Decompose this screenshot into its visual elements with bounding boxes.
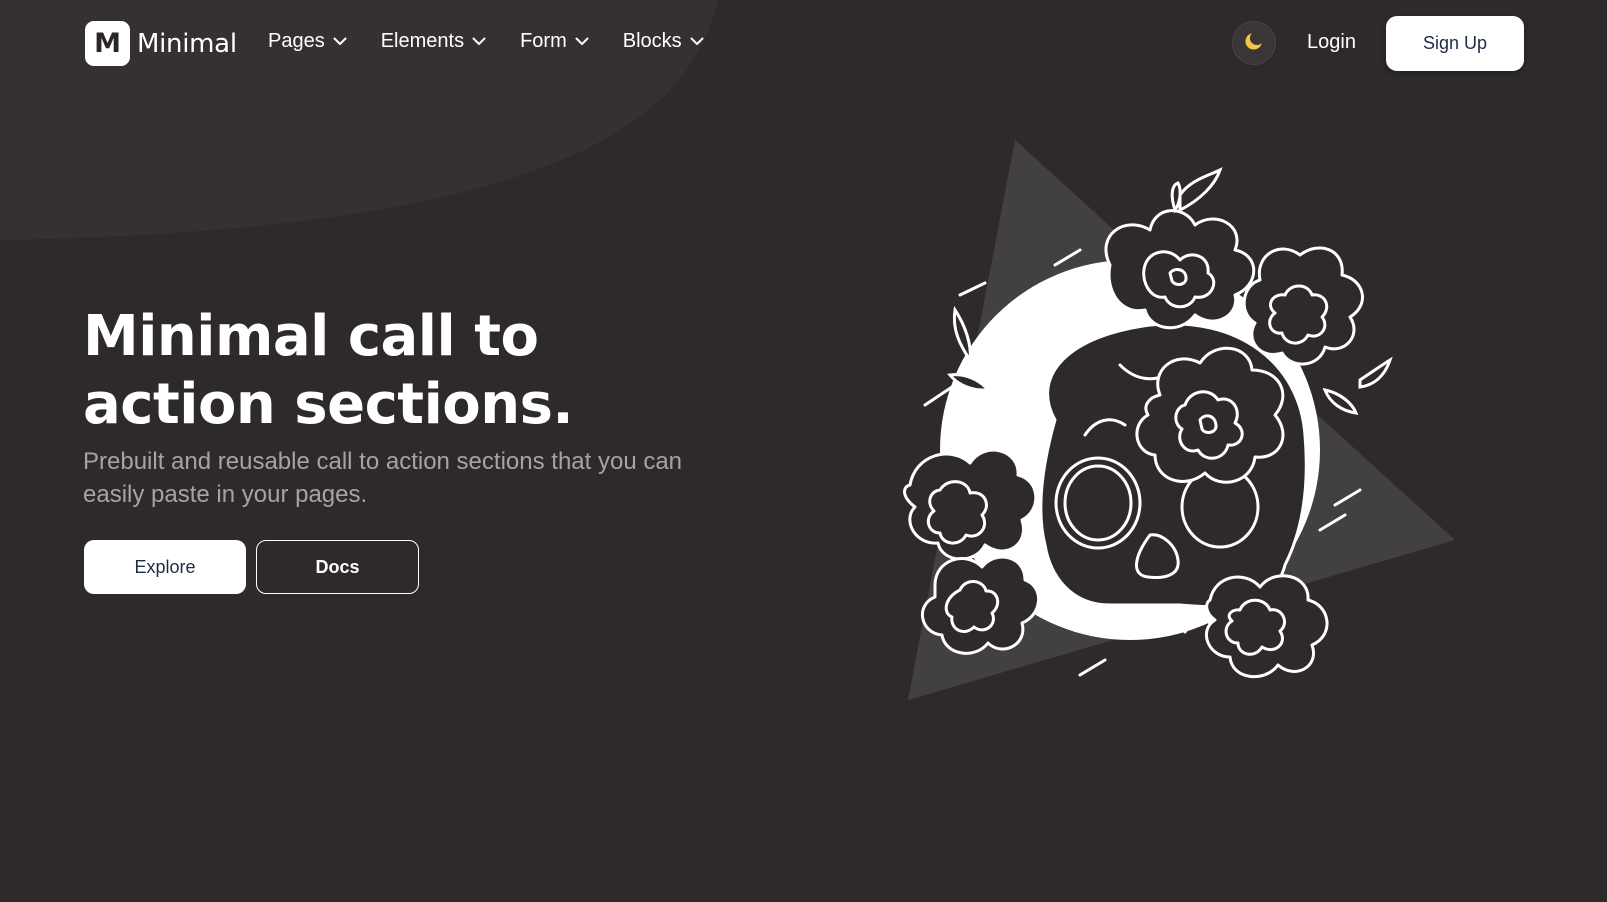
nav-item-elements[interactable]: Elements [381, 30, 486, 53]
top-navbar: M Minimal Pages Elements Form Blocks Log… [0, 0, 1607, 88]
hero-title: Minimal call to action sections. [83, 304, 574, 437]
chevron-down-icon [333, 37, 347, 46]
nav-item-pages[interactable]: Pages [268, 30, 347, 53]
explore-button[interactable]: Explore [84, 540, 246, 594]
logo-mark-icon: M [85, 21, 130, 66]
main-nav-menu: Pages Elements Form Blocks [268, 30, 738, 53]
brand-name: Minimal [137, 28, 237, 59]
nav-item-label: Blocks [622, 30, 682, 52]
chevron-down-icon [690, 37, 704, 46]
nav-item-form[interactable]: Form [520, 30, 589, 53]
sign-up-button[interactable]: Sign Up [1386, 16, 1524, 71]
brand-logo[interactable]: M Minimal [85, 21, 237, 66]
chevron-down-icon [472, 37, 486, 46]
nav-item-blocks[interactable]: Blocks [623, 30, 704, 53]
hero-subtitle: Prebuilt and reusable call to action sec… [83, 448, 683, 508]
chevron-down-icon [575, 37, 589, 46]
nav-item-label: Elements [380, 30, 465, 52]
nav-item-label: Form [520, 30, 567, 52]
skull-flowers-illustration [903, 140, 1455, 700]
login-link[interactable]: Login [1307, 31, 1356, 54]
docs-button[interactable]: Docs [256, 540, 419, 594]
nav-item-label: Pages [268, 30, 325, 52]
theme-toggle-button[interactable] [1232, 21, 1276, 65]
moon-icon [1243, 30, 1265, 57]
